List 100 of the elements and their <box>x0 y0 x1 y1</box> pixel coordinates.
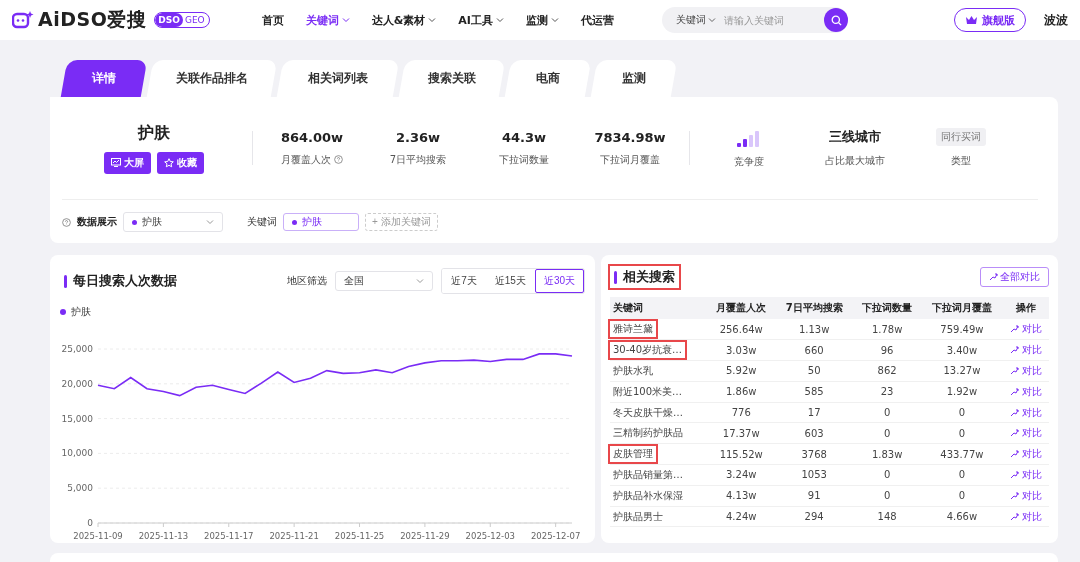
search-button[interactable] <box>824 8 848 32</box>
table-cell: 0 <box>958 469 966 481</box>
axis-label: 2025-11-21 <box>269 531 319 541</box>
caret-icon <box>428 16 437 24</box>
tab[interactable]: 搜索关联 <box>398 60 506 97</box>
action-button[interactable]: 大屏 <box>104 151 151 174</box>
keyword-title: 护肤 <box>138 122 170 144</box>
keyword-tag[interactable]: 护肤 <box>283 213 359 231</box>
table-cell: 17.37w <box>722 427 760 439</box>
table-cell: 91 <box>807 490 821 502</box>
table-cell: 1.83w <box>871 448 903 460</box>
stat-value: 三线城市 <box>829 128 881 146</box>
table-cell: 17 <box>807 407 821 419</box>
compare-link[interactable]: 对比 <box>1009 509 1042 524</box>
axis-label: 2025-12-07 <box>530 531 580 541</box>
legend-label: 护肤 <box>71 305 91 319</box>
table-cell-text: 护肤品补水保湿 <box>612 488 684 503</box>
tab[interactable]: 相关词列表 <box>276 60 400 97</box>
help-icon <box>62 217 71 227</box>
trend-icon <box>1009 450 1019 459</box>
caret-icon <box>206 218 214 226</box>
nav-item[interactable]: 首页 <box>261 12 284 28</box>
column-header: 7日平均搜索 <box>775 297 853 319</box>
series-select[interactable]: 护肤 <box>123 212 223 232</box>
caret-icon <box>416 277 425 285</box>
compare-link[interactable]: 对比 <box>1009 488 1042 503</box>
nav-item[interactable]: 监测 <box>525 12 559 28</box>
nav-item[interactable]: AI工具 <box>458 12 504 28</box>
trend-icon <box>1009 512 1019 521</box>
axis-label: 2025-11-29 <box>400 531 450 541</box>
trend-icon <box>1009 470 1019 479</box>
compare-all-button[interactable]: 全部对比 <box>980 267 1049 287</box>
table-cell: 皮肤管理 <box>610 446 656 463</box>
compare-link[interactable]: 对比 <box>1009 467 1042 482</box>
trend-icon <box>1009 346 1019 355</box>
table-cell: 862 <box>877 365 897 377</box>
nav-item[interactable]: 关键词 <box>305 12 350 28</box>
column-header: 关键词 <box>610 297 707 319</box>
trend-icon <box>1009 491 1019 500</box>
column-header: 月覆盖人次 <box>706 297 776 319</box>
stat-value: 2.36w <box>395 129 441 145</box>
compare-link[interactable]: 对比 <box>1009 405 1042 420</box>
user-name[interactable]: 波波 <box>1044 11 1068 29</box>
region-label: 地区筛选 <box>287 274 328 288</box>
table-cell-text: 护肤品男士 <box>612 509 664 524</box>
table-cell: 660 <box>804 344 824 356</box>
tab[interactable]: 详情 <box>60 60 148 97</box>
table-cell: 0 <box>958 490 966 502</box>
search-field[interactable]: 关键词 请输入关键词 <box>662 7 848 33</box>
axis-label: 10,000 <box>61 448 93 459</box>
caret-icon <box>550 16 559 24</box>
axis-label: 25,000 <box>61 344 93 354</box>
tab[interactable]: 关联作品排名 <box>146 60 278 97</box>
stat-label: 占比最大城市 <box>825 154 885 168</box>
tab[interactable]: 监测 <box>590 60 678 97</box>
caret-icon <box>708 16 716 24</box>
compare-link[interactable]: 对比 <box>1009 364 1042 378</box>
table-cell: 0 <box>883 490 891 502</box>
trend-icon <box>1009 367 1019 375</box>
table-cell: 148 <box>877 511 897 523</box>
table-cell: 0 <box>883 407 891 419</box>
search-scope[interactable]: 关键词 <box>662 13 716 27</box>
compare-link[interactable]: 对比 <box>1009 322 1042 337</box>
column-header: 下拉词月覆盖 <box>921 297 1003 319</box>
table-cell: 1.92w <box>946 386 978 398</box>
stat-label: 7日平均搜索 <box>389 152 447 167</box>
stat-label: 竞争度 <box>734 155 764 169</box>
range-button[interactable]: 近30天 <box>534 269 584 293</box>
column-header: 下拉词数量 <box>852 297 922 319</box>
nav-item[interactable]: 达人&素材 <box>371 12 437 28</box>
card-title: 相关搜索 <box>610 266 679 288</box>
table-cell: 759.49w <box>940 323 984 335</box>
stat-value: 7834.98w <box>594 129 666 145</box>
table-cell: 1.13w <box>798 323 830 335</box>
axis-label: 15,000 <box>61 413 93 424</box>
action-button[interactable]: 收藏 <box>157 151 204 174</box>
axis-label: 2025-11-13 <box>138 531 189 541</box>
table-cell: 3.40w <box>946 344 978 356</box>
compare-link[interactable]: 对比 <box>1009 343 1042 358</box>
table-cell-text: 三精制药护肤品 <box>612 426 684 441</box>
compare-link[interactable]: 对比 <box>1009 447 1042 462</box>
compare-link[interactable]: 对比 <box>1009 426 1042 441</box>
compare-link[interactable]: 对比 <box>1009 384 1042 399</box>
nav-item[interactable]: 代运营 <box>580 12 614 28</box>
table-cell-text: 护肤水乳 <box>612 364 654 378</box>
table-cell: 115.52w <box>719 448 763 460</box>
region-select[interactable]: 全国 <box>335 271 434 291</box>
table-cell: 585 <box>804 386 824 398</box>
type-tag: 同行买词 <box>936 128 986 146</box>
table-cell: 50 <box>807 365 821 377</box>
axis-label: 2025-11-25 <box>334 531 385 541</box>
table-cell-text: 冬天皮肤干燥… <box>612 405 684 420</box>
table-cell: 0 <box>958 407 966 419</box>
table-cell: 23 <box>880 386 894 398</box>
tab[interactable]: 电商 <box>504 60 592 97</box>
plan-button[interactable]: 旗舰版 <box>954 8 1026 32</box>
trend-icon <box>989 273 998 281</box>
table-cell: 3768 <box>801 448 827 460</box>
table-cell: 776 <box>731 407 751 419</box>
table-cell: 3.24w <box>726 469 757 481</box>
